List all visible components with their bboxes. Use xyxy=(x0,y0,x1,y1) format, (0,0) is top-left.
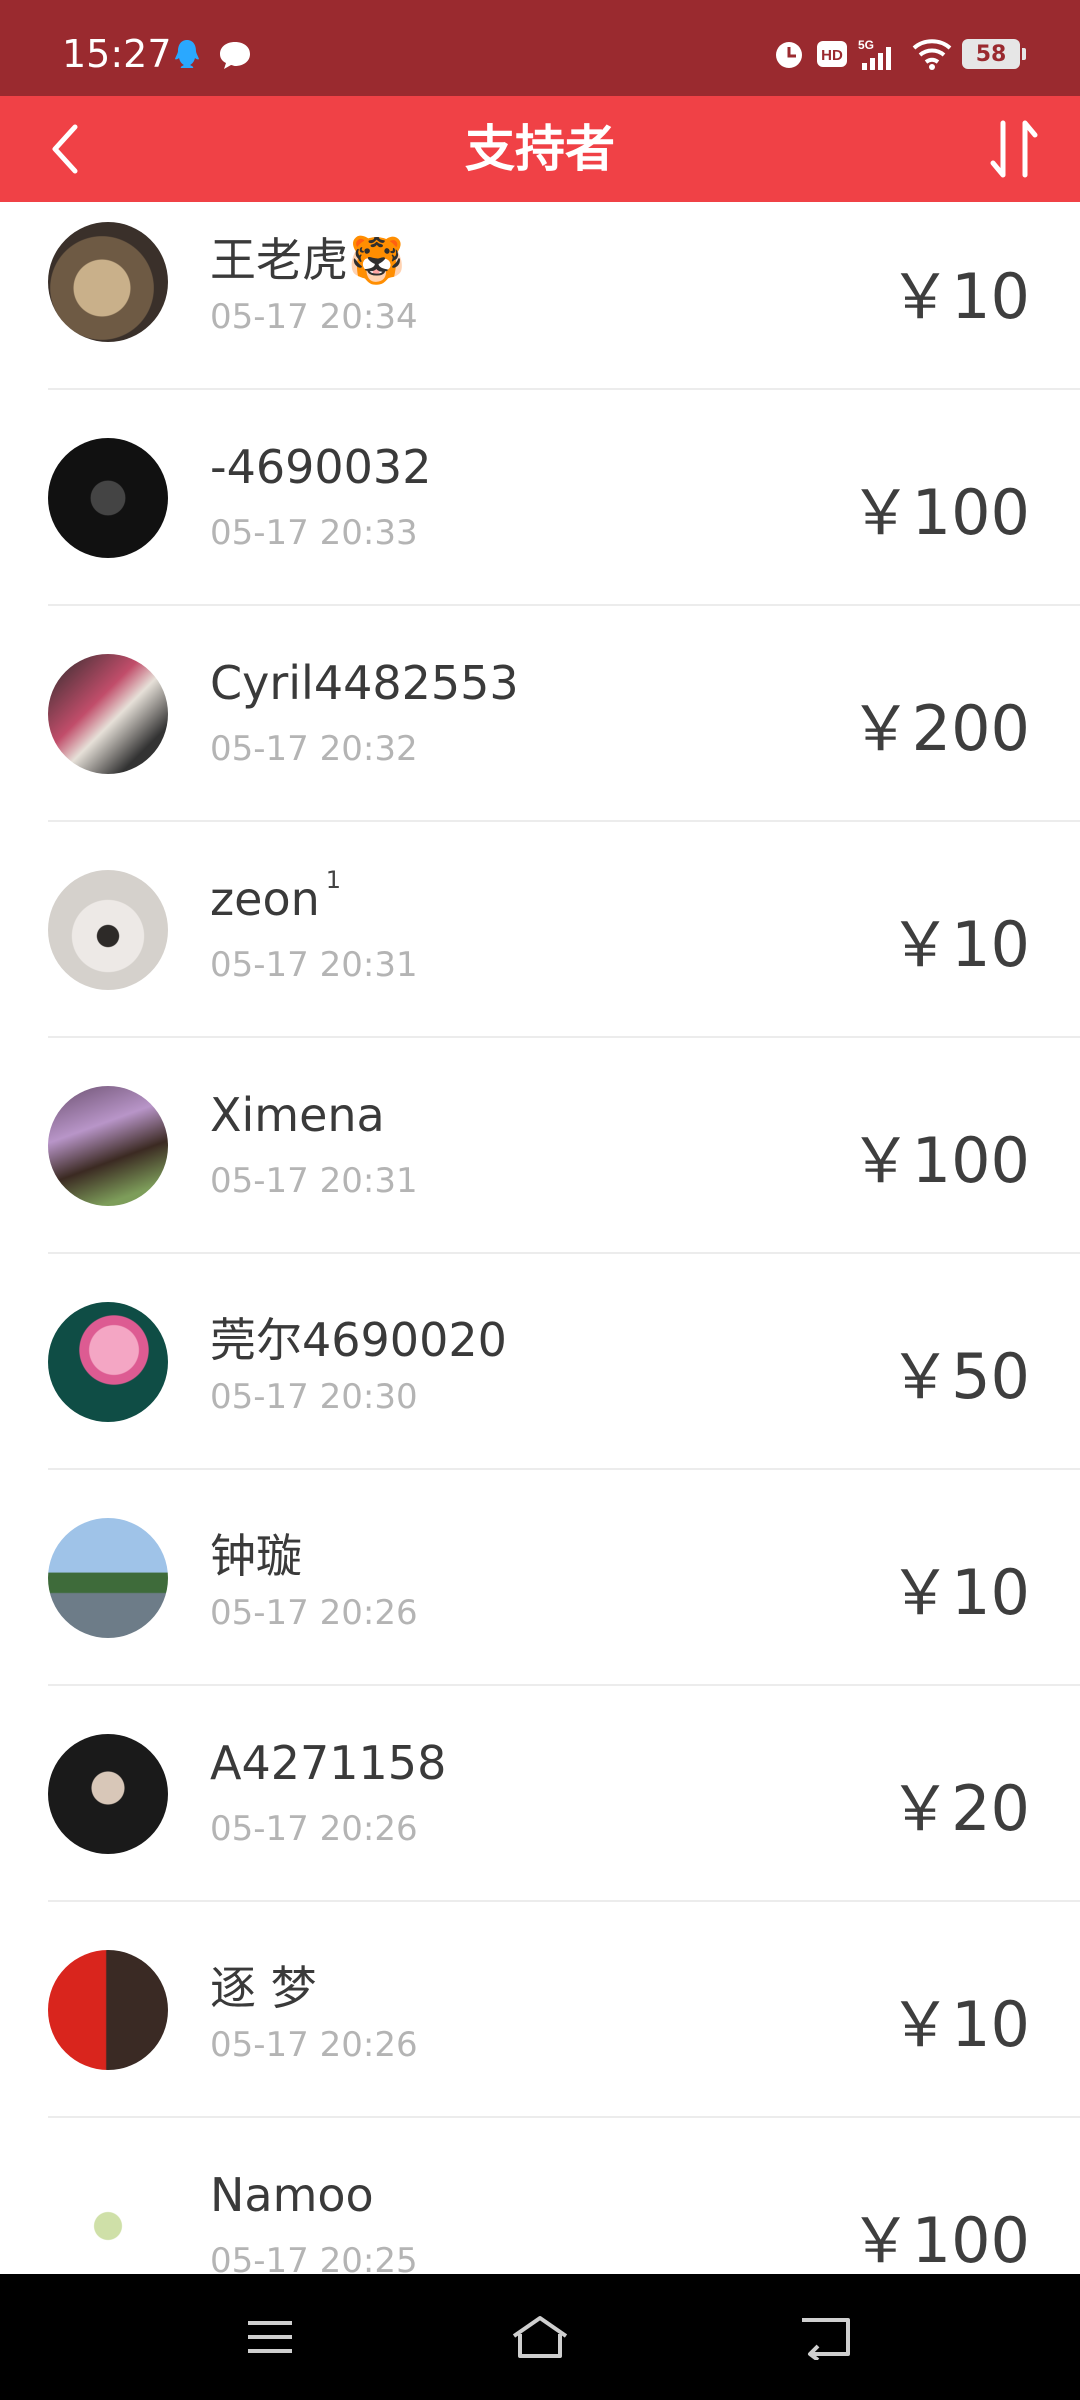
svg-text:HD: HD xyxy=(821,47,843,64)
avatar[interactable] xyxy=(48,1302,168,1422)
supporter-badge: 1 xyxy=(325,866,342,894)
supporter-name-text: 莞尔4690020 xyxy=(210,1313,507,1367)
chevron-left-icon xyxy=(52,124,78,174)
status-time: 15:27 xyxy=(62,32,172,76)
supporter-name-text: Cyril4482553 xyxy=(210,656,519,710)
support-amount: ￥10 xyxy=(889,260,1030,333)
support-amount: ￥10 xyxy=(889,1988,1030,2061)
support-amount: ￥10 xyxy=(889,1556,1030,1629)
avatar[interactable] xyxy=(48,1734,168,1854)
page-title: 支持者 xyxy=(465,120,615,178)
avatar[interactable] xyxy=(48,654,168,774)
avatar[interactable] xyxy=(48,438,168,558)
supporter-name-text: 王老虎🐯 xyxy=(210,233,406,287)
support-time: 05-17 20:33 xyxy=(210,513,418,553)
battery-icon: 58 xyxy=(962,39,1026,69)
supporter-name: 王老虎🐯 xyxy=(210,224,405,290)
avatar[interactable] xyxy=(48,1518,168,1638)
supporter-name-text: Namoo xyxy=(210,2168,374,2222)
menu-button[interactable] xyxy=(230,2304,310,2370)
supporter-name-text: Ximena xyxy=(210,1088,385,1142)
supporter-name: Cyril4482553 xyxy=(210,656,519,710)
app-header: 支持者 xyxy=(0,96,1080,202)
supporter-list[interactable]: 王老虎🐯 05-17 20:34 ￥10 -4690032 05-17 20:33 ￥10… xyxy=(0,202,1080,2274)
alarm-icon xyxy=(776,42,802,68)
home-button[interactable] xyxy=(500,2304,580,2370)
qq-icon xyxy=(175,40,199,68)
supporter-row[interactable]: 逐 梦 05-17 20:26 ￥10 xyxy=(0,1902,1080,2118)
supporter-row[interactable]: -4690032 05-17 20:33 ￥100 xyxy=(0,390,1080,606)
support-amount: ￥200 xyxy=(849,692,1030,765)
supporter-name-text: zeon xyxy=(210,872,320,926)
support-time: 05-17 20:30 xyxy=(210,1377,418,1417)
support-amount: ￥20 xyxy=(889,1772,1030,1845)
support-time: 05-17 20:34 xyxy=(210,297,418,337)
supporter-row[interactable]: Ximena 05-17 20:31 ￥100 xyxy=(0,1038,1080,1254)
supporter-name: zeon 1 xyxy=(210,866,341,926)
supporter-row[interactable]: Cyril4482553 05-17 20:32 ￥200 xyxy=(0,606,1080,822)
hd-icon: HD xyxy=(817,41,847,67)
support-time: 05-17 20:26 xyxy=(210,1593,418,1633)
support-time: 05-17 20:26 xyxy=(210,2025,418,2065)
support-amount: ￥50 xyxy=(889,1340,1030,1413)
back-button[interactable] xyxy=(30,110,100,188)
support-time: 05-17 20:31 xyxy=(210,1161,418,1201)
sort-icon xyxy=(990,120,1038,178)
supporter-name-text: 逐 梦 xyxy=(210,1961,317,2015)
battery-level: 58 xyxy=(975,41,1007,67)
supporter-name: -4690032 xyxy=(210,440,431,494)
support-time: 05-17 20:31 xyxy=(210,945,418,985)
sort-button[interactable] xyxy=(980,110,1050,188)
support-amount: ￥100 xyxy=(849,476,1030,549)
support-time: 05-17 20:26 xyxy=(210,1809,418,1849)
svg-text:5G: 5G xyxy=(858,38,874,52)
supporter-row[interactable]: 钟璇 05-17 20:26 ￥10 xyxy=(0,1470,1080,1686)
supporter-row[interactable]: 莞尔4690020 05-17 20:30 ￥50 xyxy=(0,1254,1080,1470)
support-amount: ￥10 xyxy=(889,908,1030,981)
5g-signal-icon: 5G xyxy=(858,38,891,70)
supporter-name: Namoo xyxy=(210,2168,374,2222)
supporter-name-text: -4690032 xyxy=(210,440,432,494)
back-nav-button[interactable] xyxy=(786,2304,866,2370)
supporter-name: 莞尔4690020 xyxy=(210,1304,507,1370)
wifi-icon xyxy=(912,39,952,70)
status-bar: 15:27 HD 5G 58 xyxy=(0,0,1080,96)
supporter-name-text: A4271158 xyxy=(210,1736,447,1790)
message-icon xyxy=(220,42,250,69)
avatar[interactable] xyxy=(48,222,168,342)
avatar[interactable] xyxy=(48,1950,168,2070)
supporter-name: Ximena xyxy=(210,1088,385,1142)
supporter-name: 逐 梦 xyxy=(210,1952,317,2018)
support-amount: ￥100 xyxy=(849,2204,1030,2274)
avatar[interactable] xyxy=(48,2166,168,2274)
supporter-row[interactable]: Namoo 05-17 20:25 ￥100 xyxy=(0,2118,1080,2274)
navigation-bar xyxy=(0,2274,1080,2400)
back-icon xyxy=(802,2318,850,2360)
support-time: 05-17 20:32 xyxy=(210,729,418,769)
avatar[interactable] xyxy=(48,1086,168,1206)
menu-icon xyxy=(248,2321,292,2353)
supporter-row[interactable]: 王老虎🐯 05-17 20:34 ￥10 xyxy=(0,202,1080,390)
supporter-row[interactable]: A4271158 05-17 20:26 ￥20 xyxy=(0,1686,1080,1902)
supporter-name: A4271158 xyxy=(210,1736,446,1790)
supporter-name-text: 钟璇 xyxy=(210,1529,302,1583)
support-time: 05-17 20:25 xyxy=(210,2241,418,2274)
supporter-name: 钟璇 xyxy=(210,1520,302,1586)
avatar[interactable] xyxy=(48,870,168,990)
support-amount: ￥100 xyxy=(849,1124,1030,1197)
home-icon xyxy=(512,2316,568,2358)
supporter-row[interactable]: zeon 1 05-17 20:31 ￥10 xyxy=(0,822,1080,1038)
